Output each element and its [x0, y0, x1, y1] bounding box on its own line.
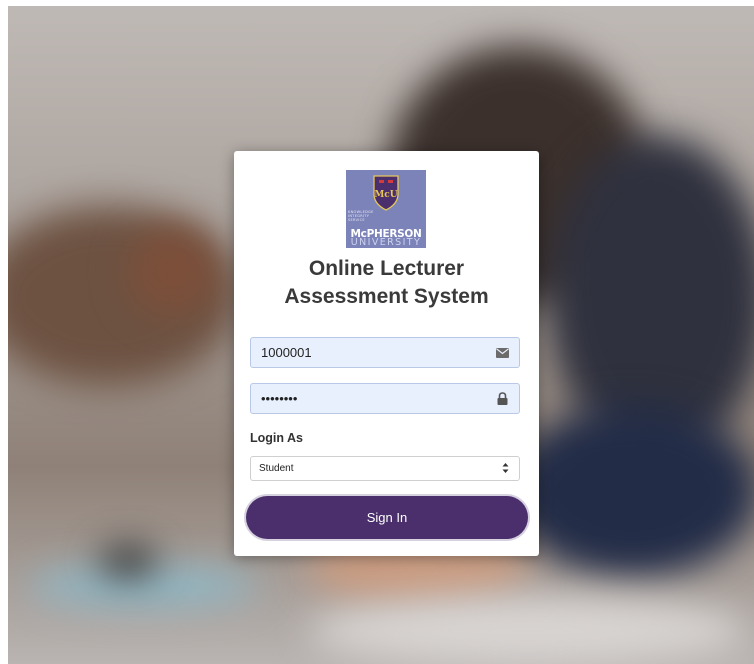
envelope-icon: [485, 338, 519, 367]
svg-text:McU: McU: [374, 190, 397, 200]
university-logo: McU KNOWLEDGE INTEGRITY SERVICE McPHERSO…: [346, 170, 426, 248]
login-as-value: Student: [259, 463, 294, 474]
logo-motto: KNOWLEDGE INTEGRITY SERVICE: [348, 210, 374, 223]
login-as-select[interactable]: Student: [250, 456, 520, 481]
username-field[interactable]: [250, 337, 520, 368]
select-arrows-icon: [502, 460, 509, 479]
page-title: Online Lecturer Assessment System: [284, 257, 489, 308]
logo-name-bottom: UNIVERSITY: [350, 237, 422, 248]
sign-in-button[interactable]: Sign In: [246, 496, 528, 539]
login-as-label: Login As: [250, 431, 304, 445]
login-card: McU KNOWLEDGE INTEGRITY SERVICE McPHERSO…: [234, 151, 539, 556]
password-field[interactable]: [250, 383, 520, 414]
username-input[interactable]: [251, 338, 487, 367]
password-input[interactable]: [251, 384, 487, 413]
lock-icon: [485, 384, 519, 413]
